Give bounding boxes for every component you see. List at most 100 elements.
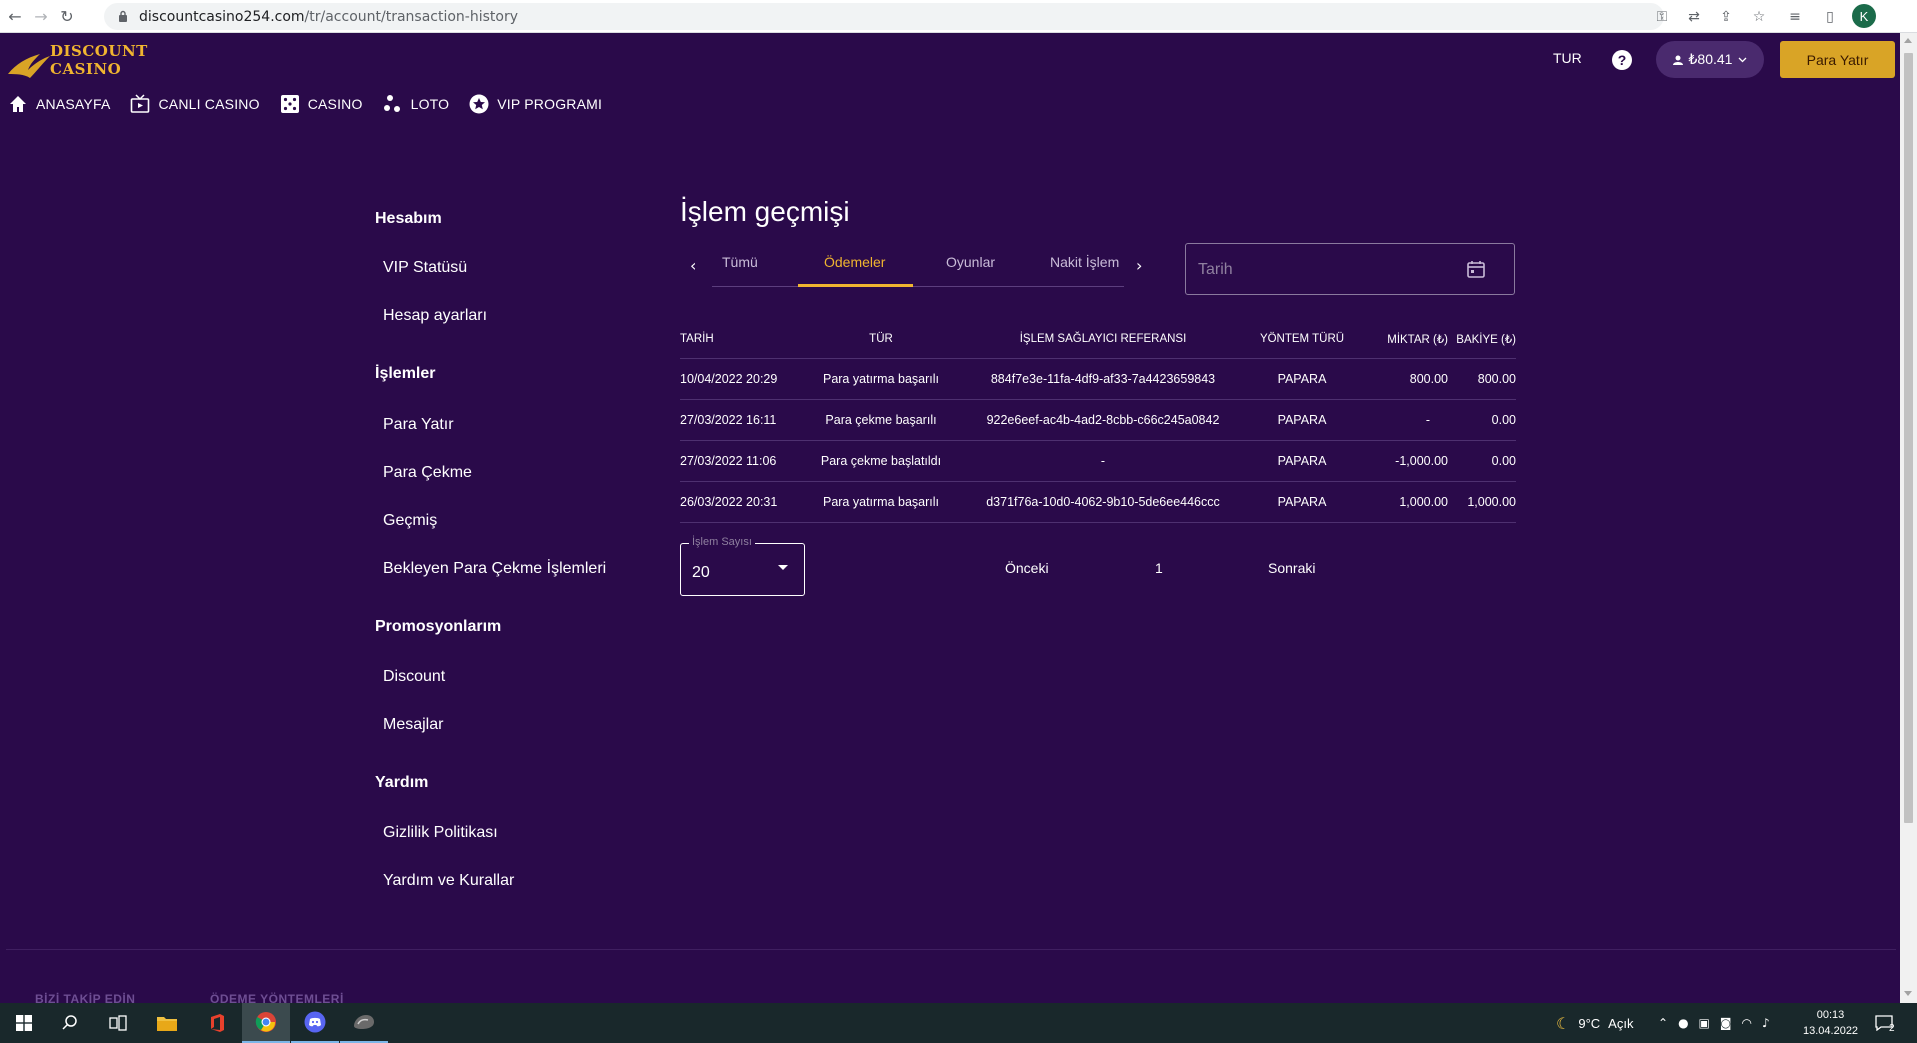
back-icon[interactable]: ←: [6, 8, 24, 26]
tab-games[interactable]: Oyunlar: [946, 254, 995, 270]
page-scrollbar[interactable]: [1900, 33, 1917, 1003]
transaction-count-select[interactable]: İşlem Sayısı 20: [680, 536, 805, 596]
tabs-scroll-left-icon[interactable]: ‹: [690, 256, 696, 275]
cell-type: Para çekme başarılı: [792, 399, 970, 441]
task-view-icon[interactable]: [94, 1003, 142, 1043]
tab-cash-transactions[interactable]: Nakit İşlem: [1050, 254, 1119, 270]
cell-balance: 0.00: [1448, 440, 1516, 482]
office-icon[interactable]: [193, 1003, 241, 1043]
tabs-scroll-right-icon[interactable]: ›: [1136, 256, 1142, 275]
footer-divider: [6, 949, 1896, 950]
translate-icon[interactable]: ⇄: [1684, 7, 1704, 27]
share-icon[interactable]: ⇪: [1716, 7, 1736, 27]
profile-avatar[interactable]: K: [1852, 4, 1876, 28]
file-explorer-icon[interactable]: [143, 1003, 191, 1043]
address-bar[interactable]: discountcasino254.com/tr/account/transac…: [104, 3, 1664, 30]
tv-icon: [131, 94, 150, 113]
tab-all[interactable]: Tümü: [722, 254, 758, 270]
next-page-button[interactable]: Sonraki: [1268, 560, 1315, 576]
chevron-down-icon: [1739, 57, 1747, 62]
transaction-count-value: 20: [692, 564, 710, 581]
nav-lotto[interactable]: LOTO: [383, 94, 450, 114]
nav-home[interactable]: ANASAYFA: [8, 94, 110, 114]
main-navigation: ANASAYFA CANLI CASINO CASINO LOTO VIP PR…: [8, 93, 602, 115]
sidebar-item-pending-withdrawals[interactable]: Bekleyen Para Çekme İşlemleri: [383, 560, 606, 578]
balance-dropdown[interactable]: ₺80.41: [1656, 41, 1764, 78]
weather-widget[interactable]: ☾ 9°C Açık: [1556, 1003, 1633, 1043]
cell-amount: -1,000.00: [1368, 440, 1448, 482]
scroll-down-icon[interactable]: [1904, 991, 1912, 996]
caret-down-icon: [778, 565, 788, 570]
sidebar-item-deposit[interactable]: Para Yatır: [383, 416, 454, 434]
wifi-icon[interactable]: ◠: [1742, 1016, 1752, 1030]
search-icon[interactable]: [46, 1003, 94, 1043]
deposit-button[interactable]: Para Yatır: [1780, 41, 1895, 78]
cell-type: Para yatırma başarılı: [792, 358, 970, 400]
notification-center-icon[interactable]: 2: [1875, 1003, 1895, 1043]
column-header-date: TARİH: [680, 320, 792, 359]
transaction-tabs: ‹ Tümü Ödemeler Oyunlar Nakit İşlem ›: [680, 248, 1148, 288]
sidebar-item-account-settings[interactable]: Hesap ayarları: [383, 307, 487, 325]
page-title: İşlem geçmişi: [680, 196, 850, 227]
sidebar-item-history[interactable]: Geçmiş: [383, 512, 437, 530]
cell-date: 27/03/2022 11:06: [680, 440, 792, 482]
user-icon: [1672, 55, 1683, 65]
sidebar-section-transactions: İşlemler: [375, 365, 436, 382]
nav-vip[interactable]: VIP PROGRAMI: [469, 94, 602, 114]
calendar-icon[interactable]: [1466, 259, 1486, 279]
sidebar-section-promotions: Promosyonlarım: [375, 618, 502, 635]
chevron-up-icon[interactable]: ⌃: [1658, 1016, 1668, 1030]
windows-start-icon[interactable]: [0, 1003, 48, 1043]
cell-amount: 800.00: [1368, 358, 1448, 400]
nav-casino[interactable]: CASINO: [280, 94, 363, 114]
sidebar-item-vip-status[interactable]: VIP Statüsü: [383, 259, 467, 277]
chrome-icon[interactable]: [242, 1003, 290, 1043]
previous-page-button[interactable]: Önceki: [1005, 560, 1049, 576]
table-row: 27/03/2022 16:11 Para çekme başarılı 922…: [680, 399, 1516, 441]
logo-text[interactable]: DISCOUNT CASINO: [50, 42, 148, 78]
cell-reference: d371f76a-10d0-4062-9b10-5de6ee446ccc: [970, 481, 1236, 523]
column-header-amount: MİKTAR (₺): [1368, 320, 1448, 359]
column-header-balance: BAKİYE (₺): [1448, 320, 1516, 359]
meet-now-icon[interactable]: ▣: [1699, 1016, 1710, 1030]
reload-icon[interactable]: ↻: [58, 8, 76, 26]
volume-icon[interactable]: ♪: [1762, 1016, 1770, 1030]
microphone-icon[interactable]: ●: [1678, 1016, 1688, 1030]
key-icon[interactable]: ⚿: [1652, 7, 1672, 27]
taskbar-clock[interactable]: 00:13 13.04.2022: [1803, 1007, 1858, 1039]
forward-icon[interactable]: →: [32, 8, 50, 26]
cell-method: PAPARA: [1236, 399, 1368, 441]
discord-icon[interactable]: [291, 1003, 339, 1043]
cell-type: Para çekme başlatıldı: [792, 440, 970, 482]
bookmark-star-icon[interactable]: ☆: [1749, 7, 1769, 27]
sidebar-item-privacy-policy[interactable]: Gizlilik Politikası: [383, 824, 498, 842]
table-row: 26/03/2022 20:31 Para yatırma başarılı d…: [680, 481, 1516, 523]
table-row: 27/03/2022 11:06 Para çekme başlatıldı -…: [680, 440, 1516, 482]
reading-list-icon[interactable]: ≡: [1785, 7, 1805, 27]
sidebar-item-messages[interactable]: Mesajlar: [383, 716, 443, 734]
date-filter-input[interactable]: Tarih: [1185, 243, 1515, 295]
balls-icon: [383, 95, 400, 112]
table-row: 10/04/2022 20:29 Para yatırma başarılı 8…: [680, 358, 1516, 400]
column-header-type: TÜR: [792, 320, 970, 359]
transaction-table: TARİH TÜR İŞLEM SAĞLAYICI REFERANSI YÖNT…: [680, 320, 1516, 523]
scroll-up-icon[interactable]: [1904, 38, 1912, 43]
page-number[interactable]: 1: [1155, 560, 1163, 576]
clock-date: 13.04.2022: [1803, 1025, 1859, 1037]
scrollbar-thumb[interactable]: [1904, 53, 1913, 823]
sidebar-item-help-rules[interactable]: Yardım ve Kurallar: [383, 872, 514, 890]
side-panel-icon[interactable]: ▯: [1820, 7, 1840, 27]
nav-live-casino[interactable]: CANLI CASINO: [130, 94, 259, 114]
tab-payments[interactable]: Ödemeler: [824, 254, 885, 270]
weather-condition: Açık: [1608, 1015, 1634, 1031]
game-app-icon[interactable]: [340, 1003, 388, 1043]
sidebar-section-help: Yardım: [375, 774, 429, 791]
system-tray: ⌃ ● ▣ ◙ ◠ ♪: [1658, 1003, 1770, 1043]
sidebar-item-withdraw[interactable]: Para Çekme: [383, 464, 472, 482]
help-icon[interactable]: ?: [1612, 50, 1632, 70]
sidebar-section-account: Hesabım: [375, 210, 442, 227]
language-selector[interactable]: TUR: [1553, 50, 1582, 66]
url-text: discountcasino254.com/tr/account/transac…: [139, 9, 519, 25]
camera-icon[interactable]: ◙: [1720, 1016, 1732, 1030]
sidebar-item-discount[interactable]: Discount: [383, 668, 445, 686]
